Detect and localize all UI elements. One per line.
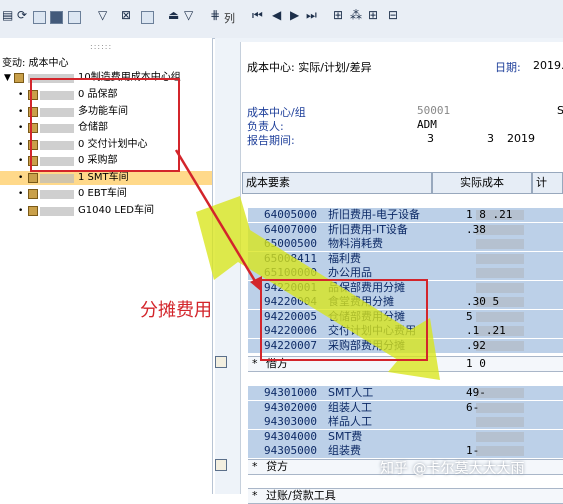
allocation-highlight-box bbox=[260, 279, 428, 361]
annotation-overlay bbox=[174, 149, 440, 380]
annotation-text: 分摊费用 bbox=[140, 300, 212, 321]
watermark: 知乎 @卡尔莫大大大雨 bbox=[380, 461, 525, 477]
tree-highlight-box bbox=[30, 78, 180, 172]
